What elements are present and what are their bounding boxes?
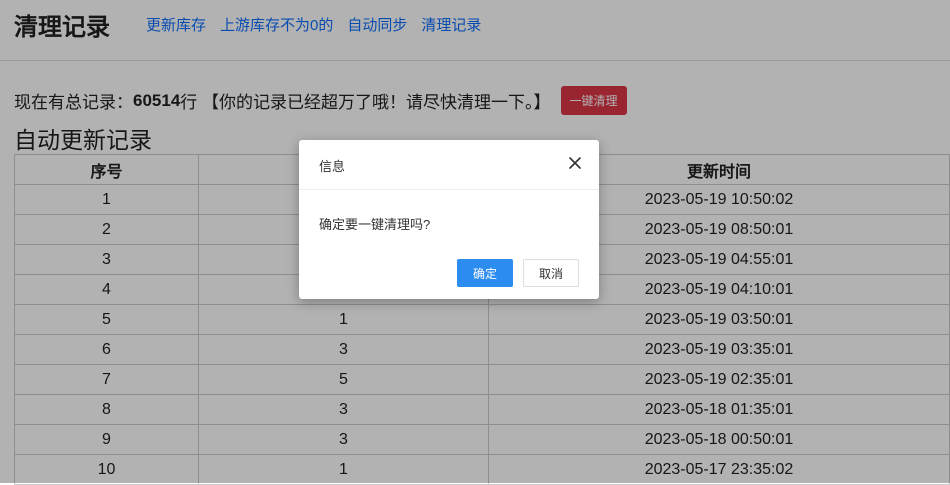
dialog-title: 信息 [319,159,346,174]
cancel-button[interactable]: 取消 [523,259,579,287]
dialog-message: 确定要一键清理吗? [319,217,431,232]
confirm-dialog: 信息 确定要一键清理吗? 确定 取消 [299,140,599,299]
dialog-header: 信息 [299,140,599,190]
close-icon[interactable] [567,155,583,171]
confirm-button[interactable]: 确定 [457,259,513,287]
